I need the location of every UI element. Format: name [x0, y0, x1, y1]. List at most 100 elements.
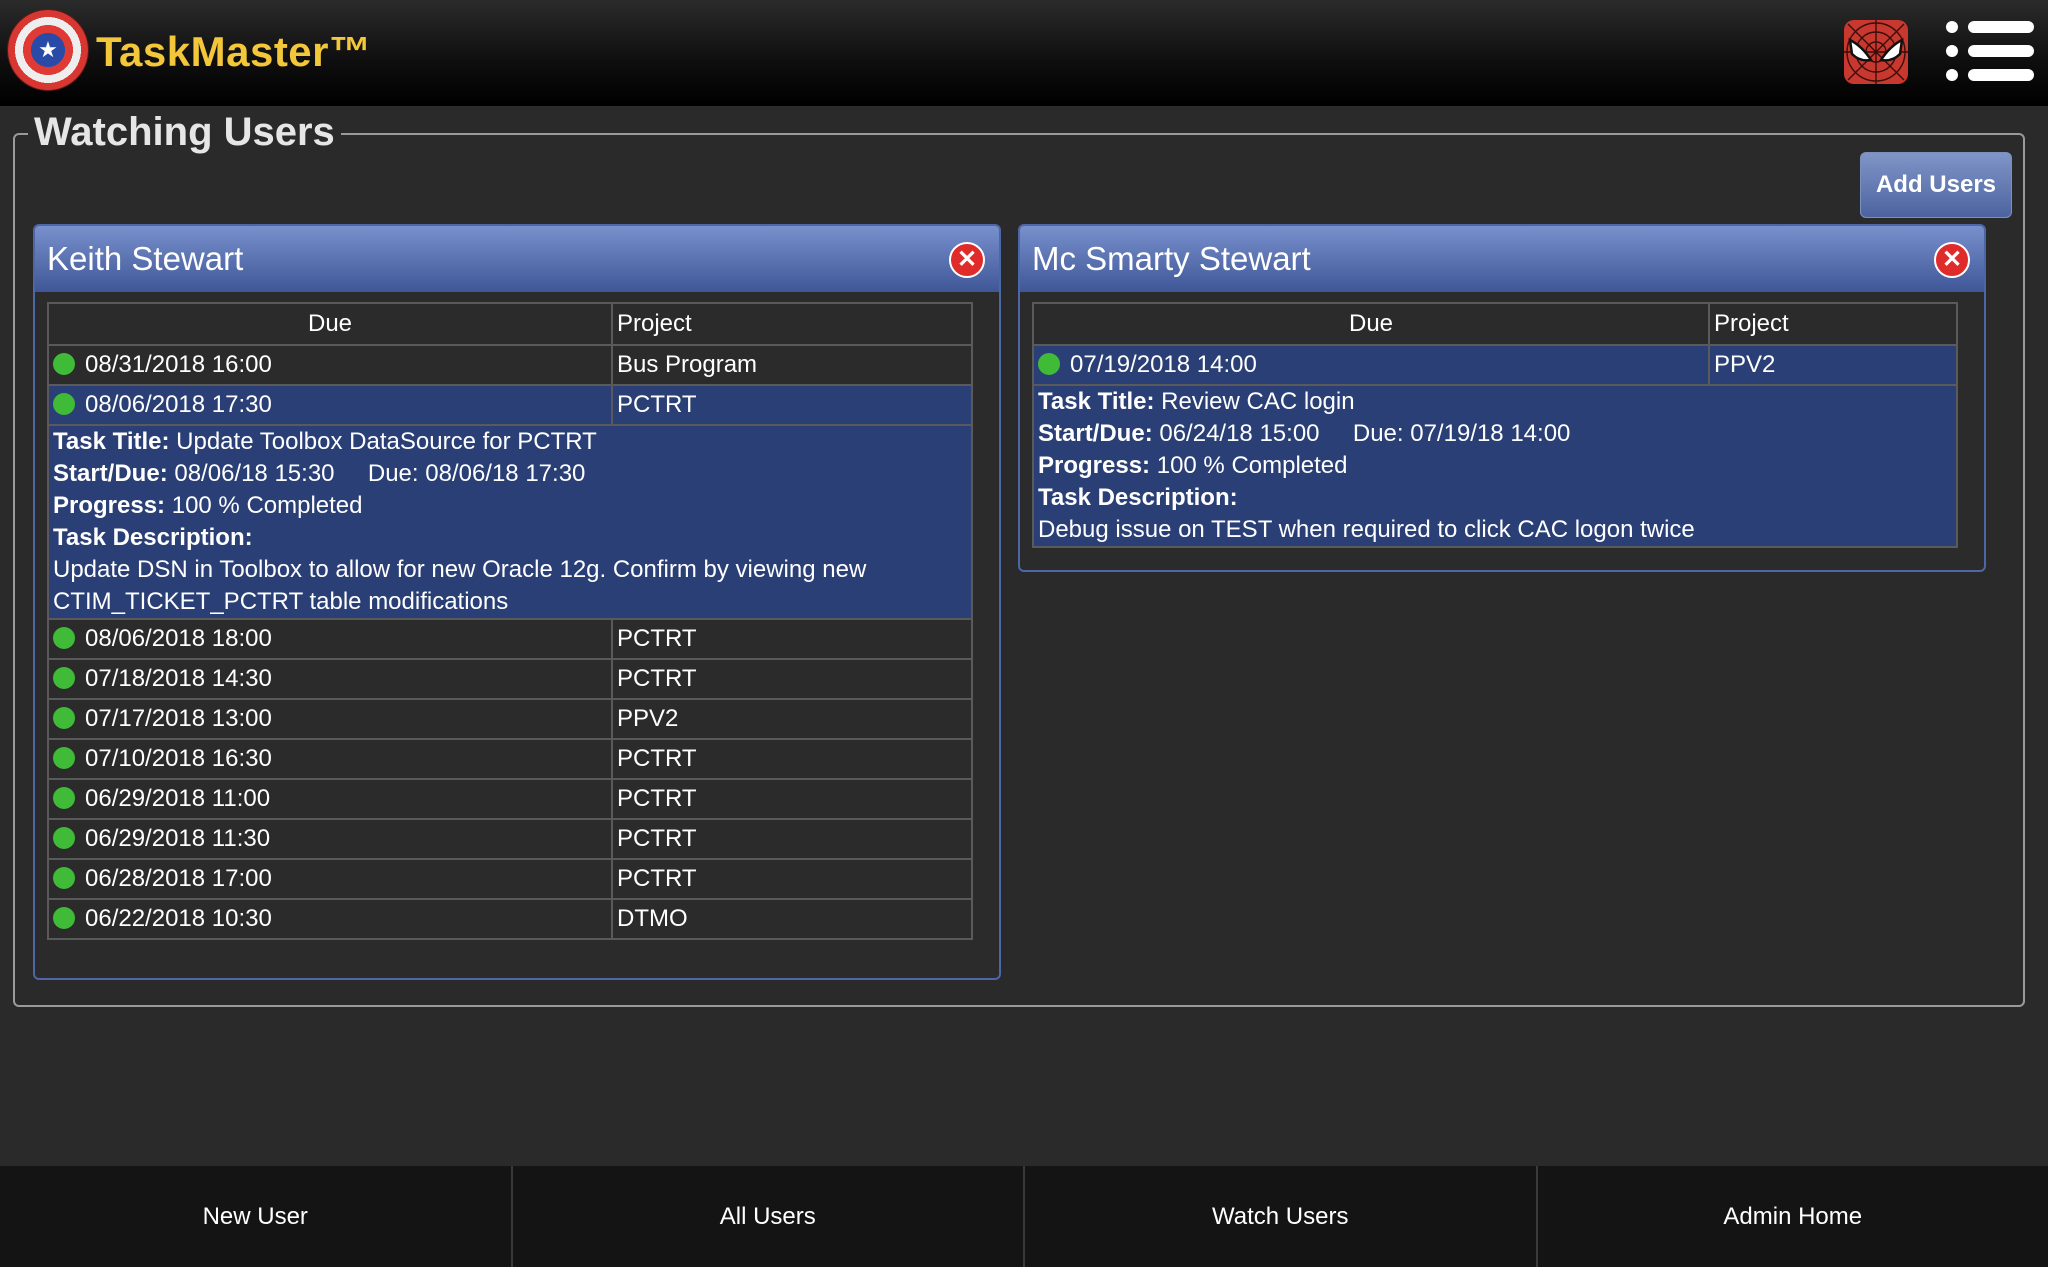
task-detail: Task Title: Update Toolbox DataSource fo… [47, 424, 973, 620]
project-name: DTMO [611, 898, 973, 940]
table-row[interactable]: 08/31/2018 16:00 Bus Program [47, 344, 973, 386]
page-title: Watching Users [28, 110, 341, 155]
remove-user-close-icon[interactable]: ✕ [1934, 242, 1970, 278]
remove-user-close-icon[interactable]: ✕ [949, 242, 985, 278]
table-row-selected[interactable]: 07/19/2018 14:00 PPV2 [1032, 344, 1958, 386]
tab-all-users[interactable]: All Users [513, 1166, 1025, 1267]
table-row[interactable]: 06/28/2018 17:00 PCTRT [47, 858, 973, 900]
due-label: Due: [367, 460, 419, 487]
start-due-label: Start/Due: [53, 460, 168, 487]
project-name: PCTRT [611, 658, 973, 700]
due-date: 07/18/2018 14:30 [85, 665, 272, 692]
project-name: PPV2 [611, 698, 973, 740]
status-dot-icon [53, 907, 75, 929]
task-title-label: Task Title: [1038, 388, 1155, 415]
menu-dot [1946, 21, 1958, 33]
progress-value: 100 % Completed [171, 492, 363, 519]
column-header-project: Project [611, 302, 973, 346]
footer-tab-bar: New User All Users Watch Users Admin Hom… [0, 1166, 2048, 1267]
start-date: 08/06/18 15:30 [174, 460, 335, 487]
progress-value: 100 % Completed [1156, 452, 1348, 479]
table-row-selected[interactable]: 08/06/2018 17:30 PCTRT [47, 384, 973, 426]
due-date: 06/22/2018 10:30 [85, 905, 272, 932]
tab-label: All Users [719, 1202, 816, 1230]
status-dot-icon [53, 353, 75, 375]
column-header-project: Project [1708, 302, 1958, 346]
project-name: Bus Program [611, 344, 973, 386]
progress-label: Progress: [53, 492, 166, 519]
status-dot-icon [53, 867, 75, 889]
user-name: Mc Smarty Stewart [1032, 240, 1311, 277]
due-date: 06/28/2018 17:00 [85, 865, 272, 892]
spider-mask-avatar-icon[interactable] [1842, 18, 1910, 86]
task-title: Update Toolbox DataSource for PCTRT [176, 428, 597, 455]
captain-shield-logo-icon[interactable]: ★ [8, 10, 88, 90]
due-label: Due: [1352, 420, 1404, 447]
due-date: 08/06/18 17:30 [425, 460, 586, 487]
task-detail-row: Task Title: Review CAC login Start/Due: … [1032, 384, 1958, 548]
table-row[interactable]: 07/18/2018 14:30 PCTRT [47, 658, 973, 700]
task-detail-row: Task Title: Update Toolbox DataSource fo… [47, 424, 973, 620]
status-dot-icon [53, 707, 75, 729]
table-header-row: Due Project [47, 302, 973, 346]
add-users-button[interactable]: Add Users [1860, 152, 2012, 218]
table-row[interactable]: 06/29/2018 11:30 PCTRT [47, 818, 973, 860]
star-icon: ★ [38, 37, 58, 62]
progress-label: Progress: [1038, 452, 1151, 479]
due-date: 07/19/18 14:00 [1410, 420, 1571, 447]
user-card: Mc Smarty Stewart ✕ Due Project 07/19/20… [1018, 224, 1986, 572]
user-name: Keith Stewart [47, 240, 244, 277]
project-name: PCTRT [611, 858, 973, 900]
user-card-header: Mc Smarty Stewart ✕ [1020, 226, 1984, 292]
start-date: 06/24/18 15:00 [1159, 420, 1320, 447]
task-table: Due Project 07/19/2018 14:00 PPV2 Task T… [1032, 302, 1958, 548]
project-name: PCTRT [611, 618, 973, 660]
due-date: 08/31/2018 16:00 [85, 351, 272, 378]
tab-admin-home[interactable]: Admin Home [1538, 1166, 2048, 1267]
project-name: PCTRT [611, 738, 973, 780]
menu-bar [1968, 69, 2034, 81]
due-date: 07/19/2018 14:00 [1070, 351, 1257, 378]
project-name: PCTRT [611, 818, 973, 860]
hamburger-menu-icon[interactable] [1946, 20, 2036, 82]
menu-bar [1968, 45, 2034, 57]
task-description: Debug issue on TEST when required to cli… [1038, 516, 1695, 543]
tab-new-user[interactable]: New User [0, 1166, 513, 1267]
menu-dot [1946, 45, 1958, 57]
column-header-due: Due [1032, 302, 1710, 346]
task-description: Update DSN in Toolbox to allow for new O… [53, 556, 867, 615]
table-row[interactable]: 08/06/2018 18:00 PCTRT [47, 618, 973, 660]
start-due-label: Start/Due: [1038, 420, 1153, 447]
tab-watch-users[interactable]: Watch Users [1025, 1166, 1538, 1267]
due-date: 06/29/2018 11:00 [85, 785, 271, 812]
due-date: 06/29/2018 11:30 [85, 825, 271, 852]
due-date: 07/17/2018 13:00 [85, 705, 272, 732]
status-dot-icon [53, 393, 75, 415]
task-description-label: Task Description: [1038, 484, 1238, 511]
app-header: ★ TaskMaster™ [0, 0, 2048, 106]
status-dot-icon [53, 627, 75, 649]
column-header-due: Due [47, 302, 613, 346]
tab-label: Watch Users [1212, 1202, 1349, 1230]
status-dot-icon [53, 787, 75, 809]
project-name: PCTRT [611, 384, 973, 426]
due-date: 07/10/2018 16:30 [85, 745, 272, 772]
table-row[interactable]: 06/29/2018 11:00 PCTRT [47, 778, 973, 820]
due-date: 08/06/2018 17:30 [85, 391, 272, 418]
tab-label: New User [202, 1202, 308, 1230]
due-date: 08/06/2018 18:00 [85, 625, 272, 652]
table-header-row: Due Project [1032, 302, 1958, 346]
app-title: TaskMaster™ [96, 28, 372, 75]
task-title-label: Task Title: [53, 428, 170, 455]
task-detail: Task Title: Review CAC login Start/Due: … [1032, 384, 1958, 548]
user-card-header: Keith Stewart ✕ [35, 226, 999, 292]
user-card: Keith Stewart ✕ Due Project 08/31/2018 1… [33, 224, 1001, 980]
table-row[interactable]: 07/10/2018 16:30 PCTRT [47, 738, 973, 780]
task-title: Review CAC login [1161, 388, 1355, 415]
menu-dot [1946, 69, 1958, 81]
project-name: PPV2 [1708, 344, 1958, 386]
table-row[interactable]: 06/22/2018 10:30 DTMO [47, 898, 973, 940]
table-row[interactable]: 07/17/2018 13:00 PPV2 [47, 698, 973, 740]
status-dot-icon [53, 667, 75, 689]
task-table: Due Project 08/31/2018 16:00 Bus Program… [47, 302, 973, 940]
